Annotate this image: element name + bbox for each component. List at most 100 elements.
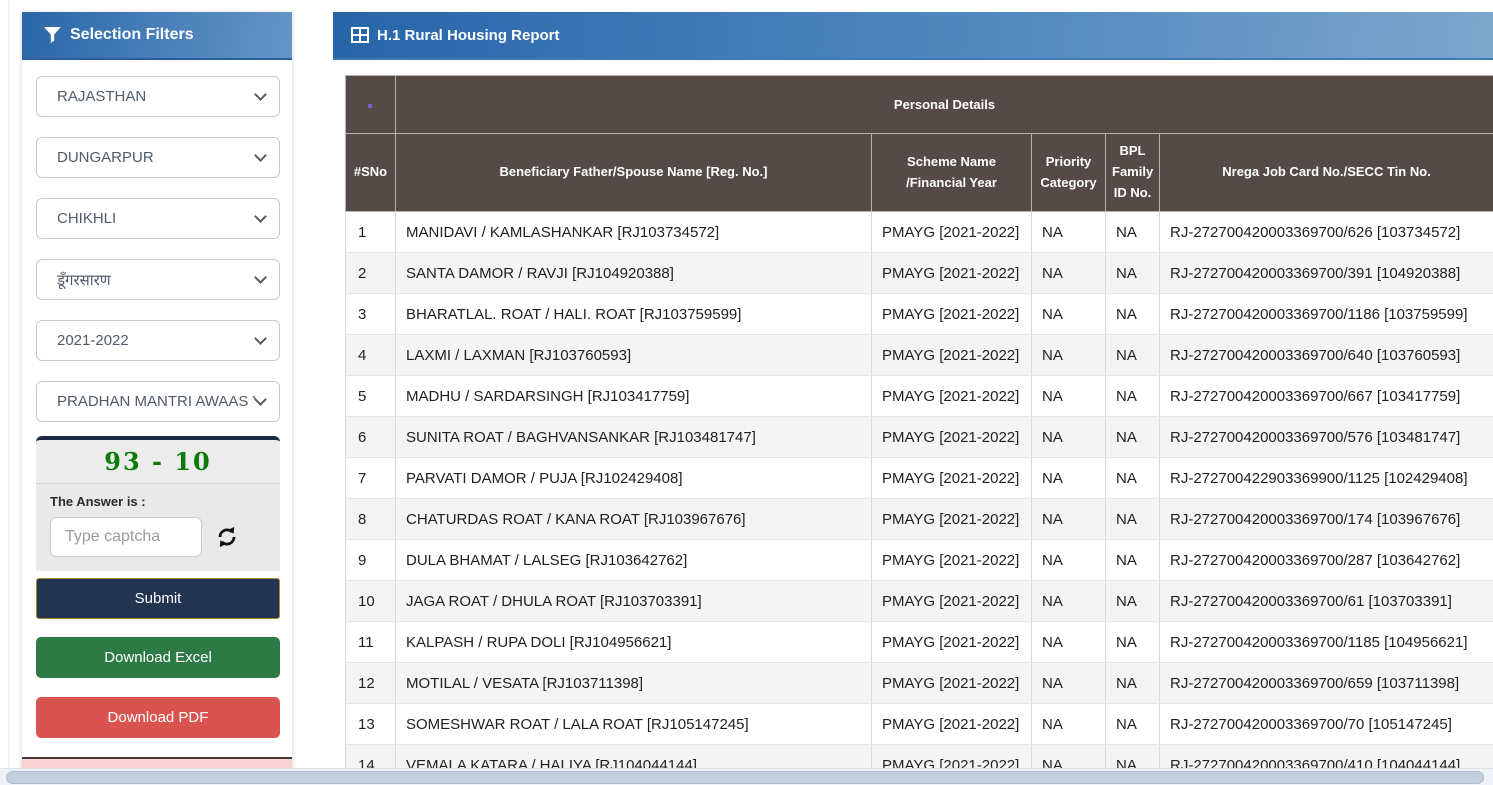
cell-scheme: PMAYG [2021-2022] — [872, 622, 1032, 663]
cell-bpl: NA — [1106, 622, 1160, 663]
cell-priority: NA — [1032, 335, 1106, 376]
cell-nrega: RJ-272700420003369700/174 [103967676] — [1160, 499, 1493, 540]
col-header-sno: #SNo — [346, 134, 396, 212]
selection-filters-panel: Selection Filters RAJASTHAN DUNGARPUR CH… — [22, 12, 292, 773]
year-select[interactable]: 2021-2022 — [36, 320, 280, 361]
cell-beneficiary-name: MANIDAVI / KAMLASHANKAR [RJ103734572] — [396, 212, 872, 253]
col-header-scheme: Scheme Name /Financial Year — [872, 134, 1032, 212]
download-pdf-button[interactable]: Download PDF — [36, 697, 280, 738]
cell-scheme: PMAYG [2021-2022] — [872, 581, 1032, 622]
page-edge-line — [8, 0, 9, 785]
download-excel-button[interactable]: Download Excel — [36, 637, 280, 678]
cell-sno: 8 — [346, 499, 396, 540]
selection-filters-title: Selection Filters — [70, 26, 194, 44]
cell-nrega: RJ-272700420003369700/287 [103642762] — [1160, 540, 1493, 581]
state-select[interactable]: RAJASTHAN — [36, 76, 280, 117]
cell-sno: 9 — [346, 540, 396, 581]
captcha-input[interactable] — [50, 517, 202, 557]
cell-sno: 2 — [346, 253, 396, 294]
cell-scheme: PMAYG [2021-2022] — [872, 663, 1032, 704]
captcha-answer-label: The Answer is : — [50, 494, 266, 509]
cell-nrega: RJ-272700420003369700/576 [103481747] — [1160, 417, 1493, 458]
cell-beneficiary-name: SUNITA ROAT / BAGHVANSANKAR [RJ103481747… — [396, 417, 872, 458]
scheme-select[interactable]: PRADHAN MANTRI AWAAS YOJANA — [36, 381, 280, 422]
cell-nrega: RJ-272700420003369700/1186 [103759599] — [1160, 294, 1493, 335]
cell-scheme: PMAYG [2021-2022] — [872, 376, 1032, 417]
cell-priority: NA — [1032, 376, 1106, 417]
table-row: 13 SOMESHWAR ROAT / LALA ROAT [RJ1051472… — [346, 704, 1493, 745]
cell-beneficiary-name: DULA BHAMAT / LALSEG [RJ103642762] — [396, 540, 872, 581]
table-row: 5 MADHU / SARDARSINGH [RJ103417759] PMAY… — [346, 376, 1493, 417]
cell-bpl: NA — [1106, 253, 1160, 294]
cell-sno: 6 — [346, 417, 396, 458]
cell-nrega: RJ-272700422903369900/1125 [102429408] — [1160, 458, 1493, 499]
table-row: 1 MANIDAVI / KAMLASHANKAR [RJ103734572] … — [346, 212, 1493, 253]
cell-scheme: PMAYG [2021-2022] — [872, 458, 1032, 499]
rural-housing-table: Personal Details #SNo Beneficiary Father… — [345, 75, 1493, 785]
table-grid-icon — [351, 27, 369, 43]
table-row: 11 KALPASH / RUPA DOLI [RJ104956621] PMA… — [346, 622, 1493, 663]
table-row: 3 BHARATLAL. ROAT / HALI. ROAT [RJ103759… — [346, 294, 1493, 335]
horizontal-scrollbar-thumb[interactable] — [6, 771, 1484, 784]
cell-priority: NA — [1032, 704, 1106, 745]
cell-priority: NA — [1032, 581, 1106, 622]
chevron-down-icon — [254, 332, 267, 345]
cell-nrega: RJ-272700420003369700/1185 [104956621] — [1160, 622, 1493, 663]
scheme-select-value: PRADHAN MANTRI AWAAS YOJANA — [57, 393, 256, 410]
table-head: Personal Details #SNo Beneficiary Father… — [346, 76, 1493, 212]
district-select[interactable]: DUNGARPUR — [36, 137, 280, 178]
district-select-value: DUNGARPUR — [57, 149, 256, 166]
cell-beneficiary-name: BHARATLAL. ROAT / HALI. ROAT [RJ10375959… — [396, 294, 872, 335]
chevron-down-icon — [254, 393, 267, 406]
chevron-down-icon — [254, 210, 267, 223]
cell-beneficiary-name: SANTA DAMOR / RAVJI [RJ104920388] — [396, 253, 872, 294]
refresh-captcha-button[interactable] — [214, 524, 240, 550]
cell-sno: 7 — [346, 458, 396, 499]
cell-beneficiary-name: CHATURDAS ROAT / KANA ROAT [RJ103967676] — [396, 499, 872, 540]
cell-scheme: PMAYG [2021-2022] — [872, 417, 1032, 458]
cell-beneficiary-name: MOTILAL / VESATA [RJ103711398] — [396, 663, 872, 704]
cell-nrega: RJ-272700420003369700/61 [103703391] — [1160, 581, 1493, 622]
cell-bpl: NA — [1106, 499, 1160, 540]
chevron-down-icon — [254, 149, 267, 162]
cell-scheme: PMAYG [2021-2022] — [872, 253, 1032, 294]
cell-nrega: RJ-272700420003369700/640 [103760593] — [1160, 335, 1493, 376]
panchayat-select[interactable]: डूँगरसारण — [36, 259, 280, 300]
cell-scheme: PMAYG [2021-2022] — [872, 294, 1032, 335]
cell-priority: NA — [1032, 540, 1106, 581]
report-header: H.1 Rural Housing Report — [333, 12, 1493, 60]
captcha-challenge: 93 - 10 — [36, 440, 280, 484]
cell-scheme: PMAYG [2021-2022] — [872, 540, 1032, 581]
cell-bpl: NA — [1106, 581, 1160, 622]
cell-priority: NA — [1032, 663, 1106, 704]
cell-bpl: NA — [1106, 376, 1160, 417]
cell-priority: NA — [1032, 622, 1106, 663]
cell-sno: 1 — [346, 212, 396, 253]
cell-bpl: NA — [1106, 704, 1160, 745]
cell-sno: 13 — [346, 704, 396, 745]
cell-bpl: NA — [1106, 458, 1160, 499]
table-body: 1 MANIDAVI / KAMLASHANKAR [RJ103734572] … — [346, 212, 1493, 785]
year-select-value: 2021-2022 — [57, 332, 256, 349]
cell-priority: NA — [1032, 253, 1106, 294]
col-header-name: Beneficiary Father/Spouse Name [Reg. No.… — [396, 134, 872, 212]
block-select[interactable]: CHIKHLI — [36, 198, 280, 239]
table-row: 7 PARVATI DAMOR / PUJA [RJ102429408] PMA… — [346, 458, 1493, 499]
cell-bpl: NA — [1106, 417, 1160, 458]
horizontal-scrollbar — [0, 768, 1493, 785]
cell-sno: 4 — [346, 335, 396, 376]
captcha-widget: 93 - 10 The Answer is : — [36, 436, 280, 571]
chevron-down-icon — [254, 88, 267, 101]
panchayat-select-value: डूँगरसारण — [57, 270, 256, 290]
submit-button[interactable]: Submit — [36, 578, 280, 619]
state-select-value: RAJASTHAN — [57, 88, 256, 105]
cell-bpl: NA — [1106, 540, 1160, 581]
cell-beneficiary-name: KALPASH / RUPA DOLI [RJ104956621] — [396, 622, 872, 663]
cell-bpl: NA — [1106, 212, 1160, 253]
cell-bpl: NA — [1106, 335, 1160, 376]
cell-scheme: PMAYG [2021-2022] — [872, 499, 1032, 540]
table-row: 8 CHATURDAS ROAT / KANA ROAT [RJ10396767… — [346, 499, 1493, 540]
cell-priority: NA — [1032, 294, 1106, 335]
table-row: 6 SUNITA ROAT / BAGHVANSANKAR [RJ1034817… — [346, 417, 1493, 458]
cell-sno: 12 — [346, 663, 396, 704]
